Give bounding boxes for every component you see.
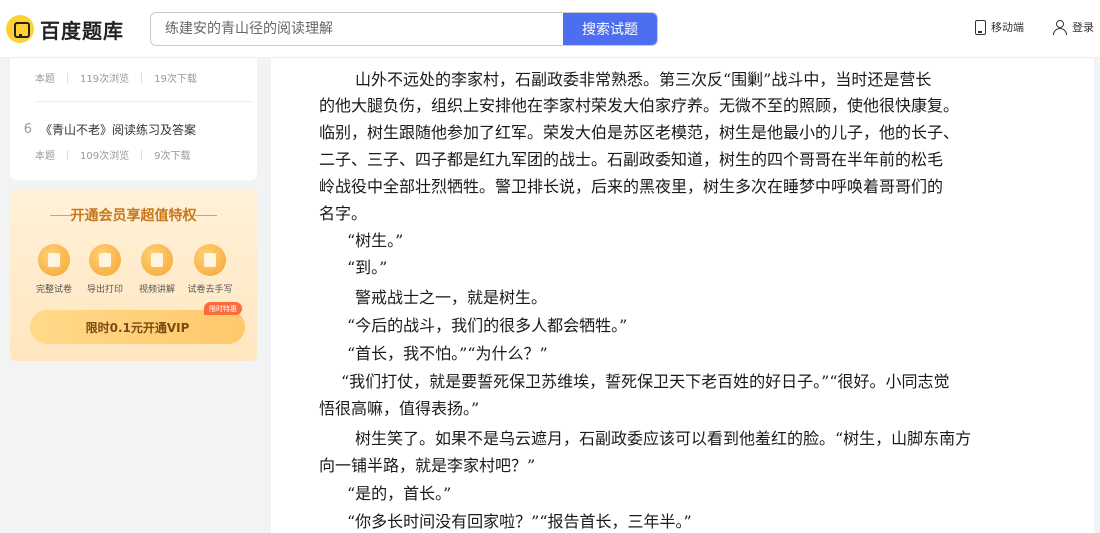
passage-line: 悟很高嘛，值得表扬。” <box>319 399 480 418</box>
related-docs-card: 本题 119次浏览 19次下载 6 《青山不老》阅读练习及答案 本题 109次浏… <box>10 58 257 180</box>
search-bar: 搜索试题 <box>150 12 658 46</box>
list-item[interactable]: 6 《青山不老》阅读练习及答案 <box>10 121 196 138</box>
feature-label: 导出打印 <box>86 285 123 295</box>
open-vip-button[interactable]: 限时0.1元开通VIP <box>30 310 245 344</box>
passage-line: 名字。 <box>319 204 368 223</box>
feature-erase-handwriting[interactable]: 试卷去手写 <box>180 244 240 295</box>
passage-line: “首长，我不怕。”“为什么？” <box>347 344 548 363</box>
video-icon <box>141 244 173 276</box>
doc-type: 本题 <box>35 74 55 85</box>
question-content: 山外不远处的李家村，石副政委非常熟悉。第三次反“围剿”战斗中，当时还是营长 的他… <box>271 58 1094 533</box>
passage-line: 的他大腿负伤，组织上安排他在李家村荣发大伯家疗养。无微不至的照顾，使他很快康复。 <box>319 96 960 115</box>
passage-line: “树生。” <box>347 231 404 250</box>
passage-line: 二子、三子、四子都是红九军团的战士。石副政委知道，树生的四个哥哥在半年前的松毛 <box>319 150 944 169</box>
doc-type: 本题 <box>35 151 55 162</box>
login-link[interactable]: 登录 <box>1053 19 1094 35</box>
top-header: 百度题库 搜索试题 移动端 登录 <box>0 0 1100 58</box>
doc-meta: 本题 109次浏览 9次下载 <box>35 147 190 162</box>
vip-title: 开通会员享超值特权 <box>70 208 197 224</box>
list-divider <box>35 101 253 102</box>
search-input[interactable] <box>151 13 565 45</box>
doc-downloads: 19次下载 <box>154 74 197 85</box>
meta-divider <box>141 149 143 160</box>
passage-line: 临别，树生跟随他参加了红军。荣发大伯是苏区老模范，树生是他最小的儿子，他的长子、 <box>319 123 960 142</box>
passage-line: “是的，首长。” <box>347 484 452 503</box>
doc-views: 119次浏览 <box>80 74 130 85</box>
feature-video[interactable]: 视频讲解 <box>127 244 187 295</box>
feature-export-print[interactable]: 导出打印 <box>75 244 135 295</box>
mobile-link[interactable]: 移动端 <box>975 19 1024 35</box>
meta-divider <box>141 72 143 83</box>
site-logo[interactable]: 百度题库 <box>6 14 124 44</box>
user-icon <box>1053 20 1067 35</box>
erase-icon <box>194 244 226 276</box>
login-label: 登录 <box>1072 21 1094 34</box>
doc-views: 109次浏览 <box>80 151 130 162</box>
passage-line: “我们打仗，就是要誓死保卫苏维埃，誓死保卫天下老百姓的好日子。”“很好。小同志觉 <box>341 372 950 391</box>
paper-icon <box>38 244 70 276</box>
passage-line: “今后的战斗，我们的很多人都会牺牲。” <box>347 316 628 335</box>
title-decor-line <box>195 215 217 216</box>
passage-line: 树生笑了。如果不是乌云遮月，石副政委应该可以看到他羞红的脸。“树生，山脚东南方 <box>355 429 972 448</box>
doc-rank: 6 <box>23 122 32 137</box>
passage-line: “你多长时间没有回家啦？”“报告首长，三年半。” <box>347 512 692 531</box>
logo-text: 百度题库 <box>40 18 124 43</box>
passage-line: 警戒战士之一，就是树生。 <box>355 288 548 307</box>
passage-line: 岭战役中全部壮烈牺牲。警卫排长说，后来的黑夜里，树生多次在睡梦中呼唤着哥哥们的 <box>319 177 944 196</box>
feature-label: 试卷去手写 <box>187 285 233 295</box>
phone-icon <box>975 19 986 35</box>
passage-line: 山外不远处的李家村，石副政委非常熟悉。第三次反“围剿”战斗中，当时还是营长 <box>355 70 932 89</box>
print-icon <box>89 244 121 276</box>
logo-icon <box>6 15 34 43</box>
doc-title[interactable]: 《青山不老》阅读练习及答案 <box>40 121 196 138</box>
search-button[interactable]: 搜索试题 <box>563 13 657 45</box>
meta-divider <box>67 72 68 83</box>
meta-divider <box>67 149 68 160</box>
doc-meta: 本题 119次浏览 19次下载 <box>35 70 197 85</box>
passage-line: “到。” <box>347 258 388 277</box>
mobile-label: 移动端 <box>991 21 1024 34</box>
feature-label: 视频讲解 <box>138 285 175 295</box>
vip-promo-card: 开通会员享超值特权 完整试卷 导出打印 视频讲解 试卷去手写 限时0.1元开通V… <box>10 189 257 361</box>
promo-badge: 限时特惠 <box>204 302 242 315</box>
passage-line: 向一铺半路，就是李家村吧？” <box>319 456 536 475</box>
doc-downloads: 9次下载 <box>154 151 191 162</box>
